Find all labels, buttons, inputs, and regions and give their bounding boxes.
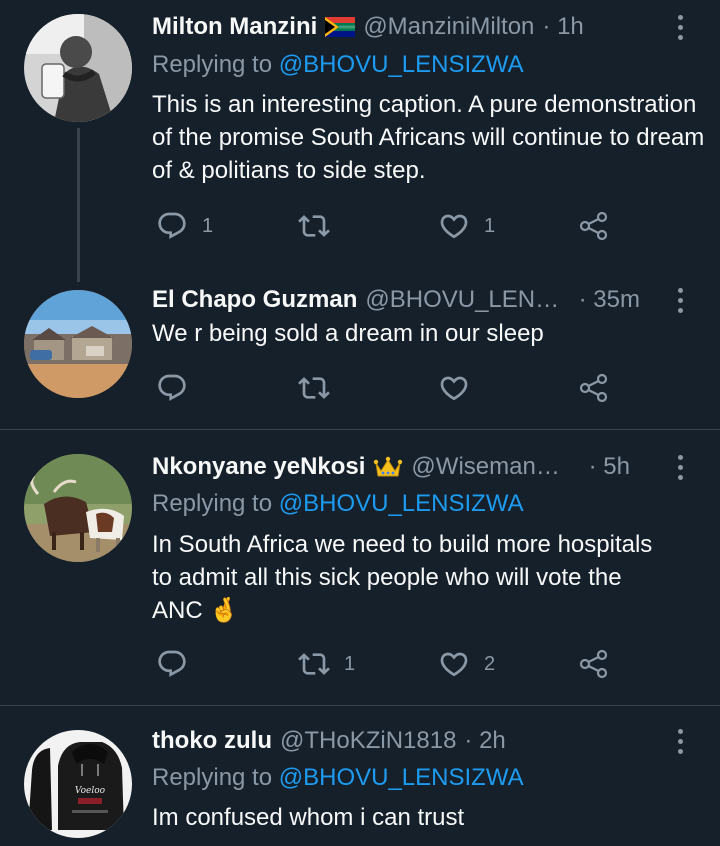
mention-link[interactable]: @BHOVU_LENSIZWA	[279, 51, 524, 78]
tweet-thoko-zulu[interactable]: Voeloo thoko zulu @THoKZiN1818 · 2h Repl…	[0, 706, 720, 846]
avatar[interactable]: Voeloo	[24, 730, 132, 838]
reply-icon	[158, 212, 186, 239]
reply-button[interactable]: 1	[156, 206, 213, 246]
timestamp[interactable]: · 35m	[579, 283, 640, 317]
crown-icon	[373, 455, 403, 479]
timestamp[interactable]: · 5h	[589, 450, 630, 484]
tweet-actions: 1 1	[152, 206, 632, 246]
like-button[interactable]: 1	[438, 206, 495, 246]
share-icon	[579, 649, 608, 679]
tweet-text-line: In South Africa we need to build more ho…	[152, 531, 653, 558]
tweet-text: Im confused whom i can trust	[152, 804, 465, 831]
retweet-icon	[298, 653, 330, 675]
retweet-button[interactable]: 1	[298, 644, 355, 684]
avatar-image	[24, 454, 132, 562]
like-button[interactable]: 2	[438, 644, 495, 684]
more-options-icon[interactable]	[670, 10, 690, 44]
display-name[interactable]: Milton Manzini	[152, 10, 317, 44]
tweet-text: We r being sold a dream in our sleep	[152, 320, 544, 347]
retweet-icon	[298, 215, 330, 237]
reply-count: 1	[202, 214, 214, 237]
display-name[interactable]: Nkonyane yeNkosi	[152, 450, 365, 484]
hoodie-print: Voeloo	[75, 786, 106, 796]
heart-icon	[440, 376, 468, 401]
heart-icon	[440, 214, 468, 239]
replying-to: Replying to @BHOVU_LENSIZWA	[152, 761, 524, 795]
tweet-text-line: ANC 🤞	[152, 597, 240, 624]
replying-to: Replying to @BHOVU_LENSIZWA	[152, 487, 524, 521]
tweet-header: Milton Manzini @ManziniMilton · 1h	[152, 10, 640, 44]
tweet-text-line: to admit all this sick people who will v…	[152, 564, 622, 591]
display-name[interactable]: thoko zulu	[152, 724, 272, 758]
share-button[interactable]	[578, 644, 610, 684]
share-icon	[579, 373, 608, 403]
avatar[interactable]	[24, 290, 132, 398]
user-handle[interactable]: @THoKZiN1818	[280, 724, 456, 758]
thread-line	[77, 128, 80, 282]
avatar-image	[24, 290, 132, 398]
avatar-image: Voeloo	[24, 730, 132, 838]
tweet-nkonyane-yenkosi[interactable]: Nkonyane yeNkosi @WisemanSa... · 5h Repl…	[0, 430, 720, 705]
replying-prefix: Replying to	[152, 490, 273, 517]
replying-to: Replying to @BHOVU_LENSIZWA	[152, 48, 524, 82]
more-options-icon[interactable]	[670, 283, 690, 317]
reply-button[interactable]	[156, 368, 202, 408]
like-count: 2	[484, 652, 496, 675]
reply-button[interactable]	[156, 644, 202, 684]
tweet-header: thoko zulu @THoKZiN1818 · 2h	[152, 724, 640, 758]
retweet-icon	[298, 377, 330, 399]
tweet-header: El Chapo Guzman @BHOVU_LENSI... · 35m	[152, 283, 640, 317]
tweet-milton-manzini[interactable]: Milton Manzini @ManziniMilton · 1h Reply…	[0, 0, 720, 282]
timestamp[interactable]: · 1h	[542, 10, 583, 44]
tweet-header: Nkonyane yeNkosi @WisemanSa... · 5h	[152, 450, 630, 484]
replying-prefix: Replying to	[152, 51, 273, 78]
like-button[interactable]	[438, 368, 484, 408]
tweet-text: This is an interesting caption. A pure d…	[152, 91, 705, 184]
south-africa-flag-icon	[325, 17, 356, 37]
retweet-button[interactable]	[298, 206, 344, 246]
reply-icon	[158, 650, 186, 677]
tweet-actions: 1 2	[152, 644, 632, 684]
heart-icon	[440, 652, 468, 677]
retweet-button[interactable]	[298, 368, 344, 408]
mention-link[interactable]: @BHOVU_LENSIZWA	[279, 490, 524, 517]
timestamp[interactable]: · 2h	[464, 724, 505, 758]
avatar[interactable]	[24, 454, 132, 562]
user-handle[interactable]: @BHOVU_LENSI...	[365, 283, 570, 317]
display-name[interactable]: El Chapo Guzman	[152, 283, 357, 317]
share-button[interactable]	[578, 368, 610, 408]
replying-prefix: Replying to	[152, 764, 273, 791]
more-options-icon[interactable]	[670, 450, 690, 484]
user-handle[interactable]: @ManziniMilton	[363, 10, 534, 44]
share-button[interactable]	[578, 206, 610, 246]
retweet-count: 1	[344, 652, 356, 675]
user-handle[interactable]: @WisemanSa...	[411, 450, 570, 484]
avatar-image	[24, 14, 132, 122]
mention-link[interactable]: @BHOVU_LENSIZWA	[279, 764, 524, 791]
like-count: 1	[484, 214, 496, 237]
tweet-el-chapo-guzman[interactable]: El Chapo Guzman @BHOVU_LENSI... · 35m We…	[0, 268, 720, 429]
share-icon	[579, 211, 608, 241]
tweet-actions	[152, 368, 632, 408]
reply-icon	[158, 374, 186, 401]
avatar[interactable]	[24, 14, 132, 122]
more-options-icon[interactable]	[670, 724, 690, 758]
tweet-text: In South Africa we need to build more ho…	[152, 528, 712, 627]
